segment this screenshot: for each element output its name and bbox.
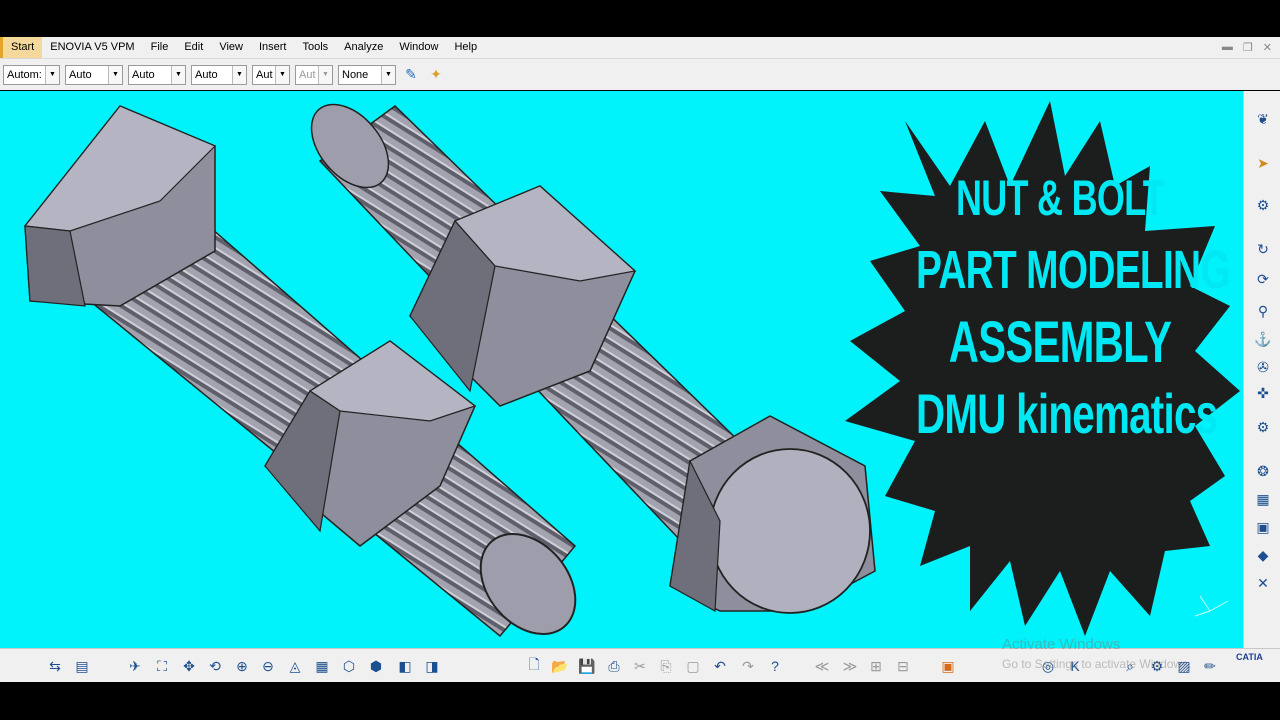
fix-icon[interactable]: ✇ <box>1253 357 1273 377</box>
save-view-icon[interactable]: ▤ <box>72 656 92 676</box>
swap-visible-icon[interactable]: ◨ <box>422 656 442 676</box>
chevron-down-icon[interactable]: ▼ <box>275 65 289 84</box>
swap-icon[interactable]: ⇆ <box>45 656 65 676</box>
minimize-icon[interactable]: ▬ <box>1222 41 1233 54</box>
chevron-down-icon[interactable]: ▼ <box>45 65 59 84</box>
layer-combo-disabled: Aut ▼ <box>295 64 333 85</box>
activate-windows-watermark: Activate Windows <box>1002 636 1121 653</box>
fit-all-icon[interactable]: ⛶ <box>152 656 172 676</box>
point-symbol-combo[interactable]: Aut ▼ <box>252 64 290 85</box>
anchor-icon[interactable]: ⚓ <box>1253 329 1273 349</box>
menu-bar: Start ENOVIA V5 VPM File Edit View Inser… <box>0 37 1280 59</box>
chevron-down-icon[interactable]: ▼ <box>171 65 185 84</box>
iso-view-icon[interactable]: ⬡ <box>339 656 359 676</box>
tree-collapse-icon[interactable]: ≫ <box>840 656 860 676</box>
select-arrow-icon[interactable]: ➤ <box>1253 153 1273 173</box>
offset-icon[interactable]: ⚙ <box>1253 417 1273 437</box>
sketch-icon[interactable]: ✏ <box>1200 656 1220 676</box>
compass-axis-icon <box>1194 595 1229 617</box>
save-icon[interactable]: 💾 <box>577 656 597 676</box>
chevron-down-icon: ▼ <box>318 65 332 84</box>
multi-view-icon[interactable]: ▦ <box>312 656 332 676</box>
rotate-view-icon[interactable]: ⟲ <box>205 656 225 676</box>
tree-expand-icon[interactable]: ≪ <box>812 656 832 676</box>
spec-tree-icon[interactable]: ⊞ <box>866 656 886 676</box>
overlay-line-assembly: ASSEMBLY <box>948 310 1172 375</box>
chevron-down-icon[interactable]: ▼ <box>381 65 395 84</box>
restore-icon[interactable]: ❐ <box>1243 41 1253 54</box>
chevron-down-icon[interactable]: ▼ <box>108 65 122 84</box>
product-icon[interactable]: ⚙ <box>1253 195 1273 215</box>
update-icon[interactable]: ⟳ <box>1253 269 1273 289</box>
print-icon[interactable]: ⎙ <box>604 656 624 676</box>
normal-view-icon[interactable]: ◬ <box>285 656 305 676</box>
contact-icon[interactable]: ✜ <box>1253 383 1273 403</box>
close-icon[interactable]: ✕ <box>1263 41 1272 54</box>
cube-icon[interactable]: ▣ <box>1253 517 1273 537</box>
new-file-icon[interactable]: 🗋 <box>524 656 544 676</box>
format-painter-icon[interactable]: ✎ <box>401 65 421 85</box>
catia-logo: CATIA <box>1236 652 1263 662</box>
paste-icon[interactable]: ▢ <box>683 656 703 676</box>
fill-color-combo[interactable]: Autom: ▼ <box>3 64 60 85</box>
copy-icon[interactable]: ⎘ <box>656 656 676 676</box>
layer-combo[interactable]: None ▼ <box>338 64 396 85</box>
overlay-line-nut-bolt: NUT & BOLT <box>955 170 1165 226</box>
menu-view[interactable]: View <box>211 37 251 58</box>
open-file-icon[interactable]: 📂 <box>550 656 570 676</box>
line-thickness-combo[interactable]: Auto ▼ <box>128 64 186 85</box>
menu-insert[interactable]: Insert <box>251 37 295 58</box>
pan-icon[interactable]: ✥ <box>179 656 199 676</box>
menu-window[interactable]: Window <box>391 37 446 58</box>
redo-icon[interactable]: ↷ <box>738 656 758 676</box>
right-workbench-toolbar: ❦ ➤ ⚙ ↻ ⟳ ⚲ ⚓ ✇ ✜ ⚙ ❂ ▦ ▣ ◆ ✕ <box>1243 91 1280 648</box>
hide-show-icon[interactable]: ◧ <box>395 656 415 676</box>
whats-this-icon[interactable]: ? <box>765 656 785 676</box>
transparency-combo[interactable]: Auto ▼ <box>65 64 123 85</box>
menu-edit[interactable]: Edit <box>176 37 211 58</box>
line-type-combo[interactable]: Auto ▼ <box>191 64 247 85</box>
properties-brush-icon[interactable]: ✦ <box>426 65 446 85</box>
shading-icon[interactable]: ⬢ <box>366 656 386 676</box>
overlay-line-dmu-kinematics: DMU kinematics <box>916 382 1218 445</box>
undo-icon[interactable]: ↶ <box>710 656 730 676</box>
overlay-line-part-modeling: PART MODELING <box>916 240 1231 300</box>
menu-tools[interactable]: Tools <box>294 37 336 58</box>
catalog-icon[interactable]: ▣ <box>938 656 958 676</box>
zoom-in-icon[interactable]: ⊕ <box>232 656 252 676</box>
workbench-icon[interactable]: ❦ <box>1253 109 1273 129</box>
menu-help[interactable]: Help <box>446 37 485 58</box>
pattern-icon[interactable]: ▦ <box>1253 489 1273 509</box>
bottom-black-bar <box>0 682 1280 720</box>
top-black-bar <box>0 0 1280 37</box>
constraint-icon[interactable]: ⚲ <box>1253 301 1273 321</box>
chevron-down-icon[interactable]: ▼ <box>232 65 246 84</box>
explode-icon[interactable]: ❂ <box>1253 461 1273 481</box>
paint-icon[interactable]: ◆ <box>1253 545 1273 565</box>
menu-analyze[interactable]: Analyze <box>336 37 391 58</box>
tools-icon[interactable]: ✕ <box>1253 573 1273 593</box>
menu-file[interactable]: File <box>143 37 177 58</box>
zoom-out-icon[interactable]: ⊖ <box>258 656 278 676</box>
graph-tree-icon[interactable]: ⊟ <box>893 656 913 676</box>
3d-viewport[interactable]: NUT & BOLT PART MODELING ASSEMBLY DMU ki… <box>0 91 1243 648</box>
graphic-properties-toolbar: Autom: ▼ Auto ▼ Auto ▼ Auto ▼ Aut ▼ Aut ▼ None… <box>0 59 1280 90</box>
cut-icon[interactable]: ✂ <box>630 656 650 676</box>
activate-windows-hint: Go to Settings to activate Windows. <box>1002 657 1192 671</box>
rotate-icon[interactable]: ↻ <box>1253 239 1273 259</box>
menu-start[interactable]: Start <box>0 37 43 58</box>
fly-mode-icon[interactable]: ✈ <box>125 656 145 676</box>
menu-enovia[interactable]: ENOVIA V5 VPM <box>42 37 142 58</box>
